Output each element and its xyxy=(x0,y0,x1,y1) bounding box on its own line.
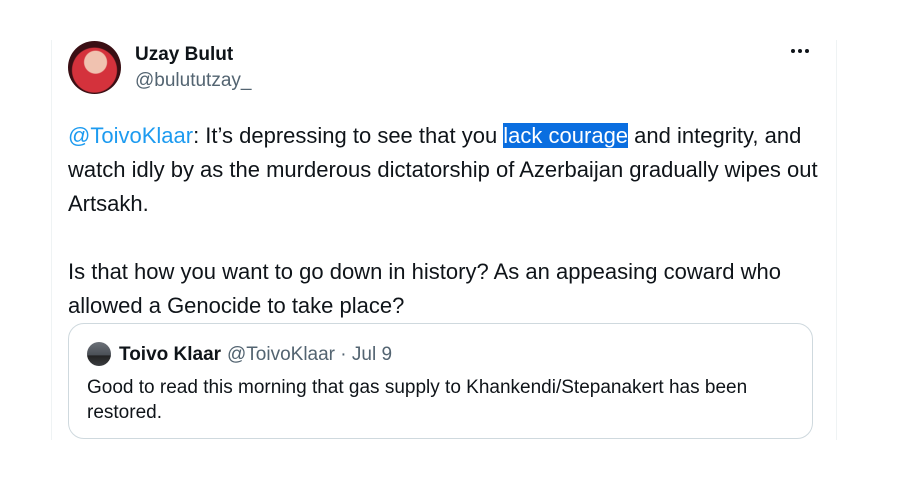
dot xyxy=(791,49,795,53)
quoted-author-handle-date: @ToivoKlaar · Jul 9 xyxy=(227,344,393,365)
quoted-tweet-card[interactable]: Toivo Klaar @ToivoKlaar · Jul 9 Good to … xyxy=(68,323,813,439)
dot xyxy=(798,49,802,53)
tweet-paragraph-2: Is that how you want to go down in histo… xyxy=(68,259,781,318)
quoted-author-name: Toivo Klaar xyxy=(119,344,222,365)
author-handle[interactable]: @bulututzay_ xyxy=(135,69,251,93)
tweet-paragraph-1: @ToivoKlaar: It’s depressing to see that… xyxy=(68,119,828,221)
dot xyxy=(805,49,809,53)
selected-text: lack courage xyxy=(503,123,629,148)
card-border-left xyxy=(51,40,52,440)
more-horizontal-icon[interactable] xyxy=(791,45,815,57)
mention-link[interactable]: @ToivoKlaar xyxy=(68,123,193,148)
tweet-text-part1: : It’s depressing to see that you xyxy=(193,123,504,148)
author-avatar[interactable] xyxy=(68,41,121,94)
card-border-right xyxy=(836,40,837,440)
tweet-text: @ToivoKlaar: It’s depressing to see that… xyxy=(68,119,828,323)
quoted-author-avatar xyxy=(87,342,111,366)
quoted-tweet-text: Good to read this morning that gas suppl… xyxy=(87,377,748,423)
author-display-name[interactable]: Uzay Bulut xyxy=(135,43,233,67)
